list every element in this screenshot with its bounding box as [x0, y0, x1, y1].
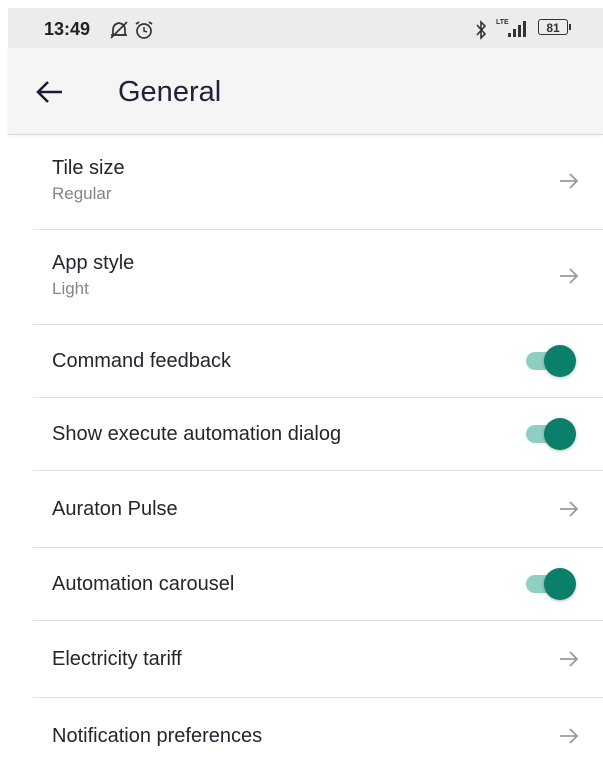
setting-title: Command feedback [52, 350, 231, 372]
setting-title: Auraton Pulse [52, 498, 178, 520]
back-arrow-icon[interactable] [32, 74, 68, 110]
command-feedback-toggle[interactable] [524, 345, 576, 377]
setting-title: App style [52, 252, 135, 274]
app-bar: General [8, 48, 603, 135]
setting-title: Tile size [52, 157, 125, 179]
setting-tile-size[interactable]: Tile size Regular [33, 135, 603, 230]
arrow-right-icon [560, 651, 579, 667]
setting-value: Regular [52, 184, 112, 203]
battery-indicator: 81 [538, 19, 568, 35]
battery-level: 81 [546, 21, 560, 35]
setting-value: Light [52, 279, 89, 298]
page-title: General [118, 76, 222, 108]
setting-title: Show execute automation dialog [52, 423, 342, 445]
arrow-right-icon [560, 728, 579, 744]
execute-dialog-toggle[interactable] [524, 418, 576, 450]
setting-command-feedback: Command feedback [33, 325, 603, 398]
notifications-off-icon [110, 21, 128, 39]
setting-title: Electricity tariff [52, 648, 182, 670]
arrow-right-icon [560, 173, 579, 189]
arrow-right-icon [560, 268, 579, 284]
automation-carousel-toggle[interactable] [524, 568, 576, 600]
setting-title: Automation carousel [52, 573, 235, 595]
toggle-thumb [544, 568, 576, 600]
setting-automation-carousel: Automation carousel [33, 548, 603, 621]
bluetooth-icon [476, 20, 487, 40]
battery-tip [569, 24, 571, 30]
toggle-thumb [544, 418, 576, 450]
settings-list: Tile size Regular App style Light Comman… [33, 135, 603, 774]
status-time: 13:49 [44, 19, 91, 39]
setting-notification-preferences[interactable]: Notification preferences [33, 698, 603, 774]
setting-auraton-pulse[interactable]: Auraton Pulse [33, 471, 603, 548]
setting-title: Notification preferences [52, 725, 263, 747]
arrow-right-icon [560, 501, 579, 517]
signal-icon [508, 21, 526, 37]
setting-app-style[interactable]: App style Light [33, 230, 603, 325]
toggle-thumb [544, 345, 576, 377]
setting-electricity-tariff[interactable]: Electricity tariff [33, 621, 603, 698]
alarm-icon [135, 21, 153, 39]
setting-show-execute-automation-dialog: Show execute automation dialog [33, 398, 603, 471]
status-bar: 13:49 LTE 81 [8, 8, 603, 48]
